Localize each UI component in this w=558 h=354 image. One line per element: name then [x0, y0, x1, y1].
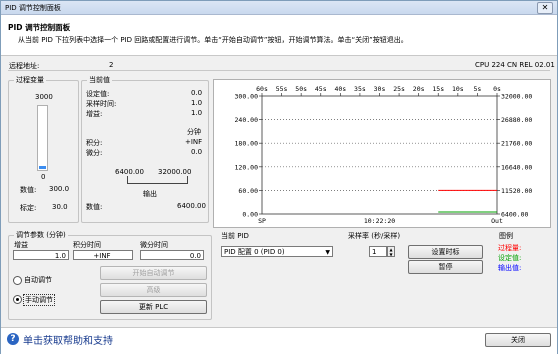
- cv-setpoint-value: 0.0: [191, 89, 203, 97]
- update-plc-button[interactable]: 更新 PLC: [100, 300, 207, 314]
- chart-time-label: 10:22:20: [364, 217, 395, 225]
- start-auto-tune-button[interactable]: 开始自动调节: [100, 266, 207, 280]
- cv-minutes-label: 分钟: [187, 128, 201, 136]
- tick-label-left: 0.00: [242, 211, 258, 219]
- pause-button[interactable]: 暂停: [408, 260, 483, 274]
- close-button[interactable]: 关闭: [485, 333, 551, 347]
- title-bar: PID 调节控制面板 ✕: [1, 1, 557, 15]
- pv-value: 300.0: [49, 185, 70, 193]
- sample-rate-spinner[interactable]: ▲ ▼: [387, 246, 395, 257]
- integral-time-input[interactable]: +INF: [73, 250, 133, 260]
- plot-area: [261, 95, 498, 215]
- pid-tuning-window: PID 调节控制面板 ✕ PID 调节控制面板 从当前 PID 下拉列表中选择一…: [0, 0, 558, 354]
- tick-label-left: 180.00: [235, 140, 259, 148]
- manual-tune-label: 手动调节: [23, 294, 55, 306]
- tick-label-right: 6400.00: [501, 211, 528, 219]
- tick-label-top: 40s: [334, 85, 346, 93]
- sample-rate-input[interactable]: 1: [369, 246, 387, 257]
- output-label: 输出: [143, 190, 157, 198]
- cv-integral-value: +INF: [185, 138, 203, 146]
- integral-time-label: 积分时间: [73, 241, 101, 249]
- window-close-button[interactable]: ✕: [537, 2, 553, 14]
- tick-label-top: 35s: [354, 85, 366, 93]
- panel-description: 从当前 PID 下拉列表中选择一个 PID 回路或配置进行调节。单击“开始自动调…: [18, 36, 408, 44]
- derivative-time-input[interactable]: 0.0: [140, 250, 204, 260]
- set-timestamp-button[interactable]: 设置时标: [408, 245, 483, 259]
- tick-label-left: 60.00: [238, 187, 258, 195]
- cv-derivative-label: 微分:: [86, 149, 103, 157]
- tick-label-left: 120.00: [235, 163, 259, 171]
- gain-label: 增益: [14, 241, 28, 249]
- pv-value-label: 数值:: [20, 186, 37, 194]
- current-values-legend: 当前值: [87, 75, 112, 85]
- derivative-time-label: 微分时间: [140, 241, 168, 249]
- chevron-down-icon: ▼: [325, 249, 330, 256]
- tick-label-right: 26880.00: [501, 116, 532, 124]
- tick-label-right: 16640.00: [501, 163, 532, 171]
- tick-label-top: 0s: [493, 85, 501, 93]
- window-title: PID 调节控制面板: [5, 4, 61, 12]
- cv-setpoint-label: 设定值:: [86, 90, 110, 98]
- tick-label-top: 30s: [374, 85, 386, 93]
- cv-derivative-value: 0.0: [191, 148, 203, 156]
- tick-label-top: 25s: [393, 85, 405, 93]
- tick-label-top: 45s: [315, 85, 327, 93]
- help-link[interactable]: 单击获取帮助和支持: [23, 332, 113, 347]
- tick-label-top: 50s: [295, 85, 307, 93]
- current-pid-value: PID 配置 0 (PID 0): [224, 248, 285, 256]
- cv-sample-time-label: 采样时间:: [86, 100, 117, 108]
- pv-bar-fill: [39, 166, 46, 169]
- current-pid-label: 当前 PID: [221, 232, 249, 240]
- help-icon[interactable]: ?: [7, 333, 19, 345]
- cv-sample-time-value: 1.0: [191, 99, 203, 107]
- current-pid-select[interactable]: PID 配置 0 (PID 0) ▼: [221, 246, 333, 257]
- tick-label-top: 60s: [256, 85, 268, 93]
- pv-setpoint-value: 30.0: [52, 203, 68, 211]
- footer-bar: ? 单击获取帮助和支持 关闭: [1, 327, 557, 354]
- auto-tune-label: 自动调节: [24, 276, 52, 284]
- cpu-info: CPU 224 CN REL 02.01: [475, 61, 555, 69]
- cv-integral-label: 积分:: [86, 139, 103, 147]
- auto-tune-radio[interactable]: [13, 276, 22, 285]
- legend-title: 图例: [499, 232, 513, 240]
- legend-setpoint: 设定值:: [498, 254, 522, 262]
- output-value-label: 数值:: [86, 203, 103, 211]
- remote-address-value: 2: [109, 61, 114, 69]
- tick-label-right: 11520.00: [501, 187, 532, 195]
- cv-gain-value: 1.0: [191, 109, 203, 117]
- output-scale: [127, 176, 188, 184]
- pv-bar-gauge: [37, 105, 48, 171]
- legend-output: 输出值:: [498, 264, 522, 272]
- advanced-button[interactable]: 高级: [100, 283, 207, 297]
- tick-label-top: 20s: [413, 85, 425, 93]
- process-variable-legend: 过程变量: [14, 75, 46, 85]
- panel-title: PID 调节控制面板: [8, 23, 71, 32]
- pv-setpoint-label: 标定:: [20, 204, 37, 212]
- output-min-label: 6400.00: [115, 168, 144, 176]
- output-max-label: 32000.00: [158, 168, 192, 176]
- tick-label-right: 21760.00: [501, 140, 532, 148]
- header-panel: PID 调节控制面板 从当前 PID 下拉列表中选择一个 PID 回路或配置进行…: [1, 15, 557, 56]
- tick-label-top: 5s: [474, 85, 482, 93]
- tick-label-right: 32000.00: [501, 93, 532, 101]
- cv-gain-label: 增益:: [86, 110, 103, 118]
- trend-chart: 300.00 32000.00 240.00 26880.00 180.00 21760.…: [235, 85, 533, 225]
- tick-label-top: 15s: [432, 85, 444, 93]
- tick-label-top: 55s: [276, 85, 288, 93]
- pv-scale-top: 3000: [35, 93, 53, 101]
- legend-process-value: 过程量:: [498, 244, 522, 252]
- divider: [8, 70, 550, 71]
- tick-label-top: 10s: [452, 85, 464, 93]
- pv-scale-bottom: 0: [41, 173, 46, 181]
- sample-rate-label: 采样率 (秒/采样): [348, 232, 401, 240]
- tick-label-left: 300.00: [235, 93, 259, 101]
- sample-rate-value: 1: [372, 248, 377, 256]
- tick-label-left: 240.00: [235, 116, 259, 124]
- chart-out-label: Out: [491, 217, 503, 225]
- manual-tune-radio[interactable]: [13, 295, 22, 304]
- output-value: 6400.00: [177, 202, 206, 210]
- chart-sp-label: SP: [258, 217, 266, 225]
- gain-input[interactable]: 1.0: [13, 250, 69, 260]
- tuning-parameters-legend: 调节参数 (分钟): [14, 230, 68, 240]
